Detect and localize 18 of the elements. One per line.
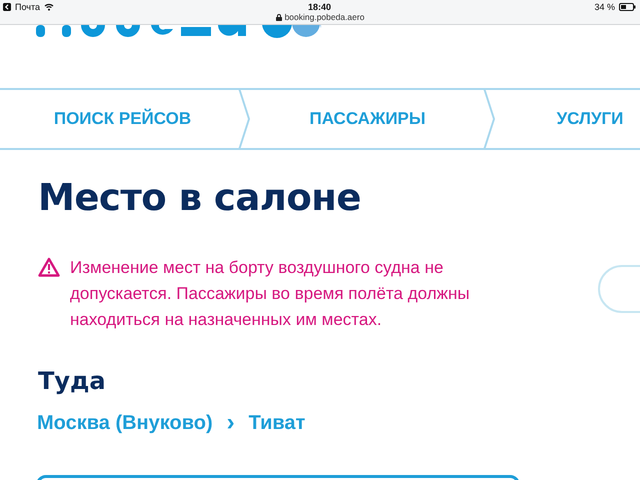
warning-message: Изменение мест на борту воздушного судна не допускается. Пассажиры во время полёта должны находиться на назначенных им местах. — [70, 257, 471, 331]
clock-time: 18:40 — [308, 2, 332, 12]
battery-percent: 34 % — [594, 2, 615, 12]
wifi-icon — [44, 2, 54, 10]
url-text[interactable]: booking.pobeda.aero — [284, 12, 364, 22]
route-arrow: › — [226, 409, 235, 437]
destination-city: Тиват — [248, 412, 306, 434]
battery-icon — [619, 2, 636, 10]
lock-icon — [276, 14, 282, 20]
warning-icon — [38, 257, 60, 277]
back-app-label[interactable]: Почта — [15, 2, 40, 12]
page-title: Место в салоне — [38, 176, 362, 219]
step-tab[interactable]: ПАССАЖИРЫ — [309, 109, 426, 129]
back-icon[interactable] — [3, 2, 11, 10]
origin-city: Москва (Внуково) — [37, 412, 213, 434]
step-tab[interactable]: ПОИСК РЕЙСОВ — [54, 109, 192, 129]
direction-title: Туда — [38, 367, 107, 395]
step-tab[interactable]: УСЛУГИ — [556, 109, 624, 129]
